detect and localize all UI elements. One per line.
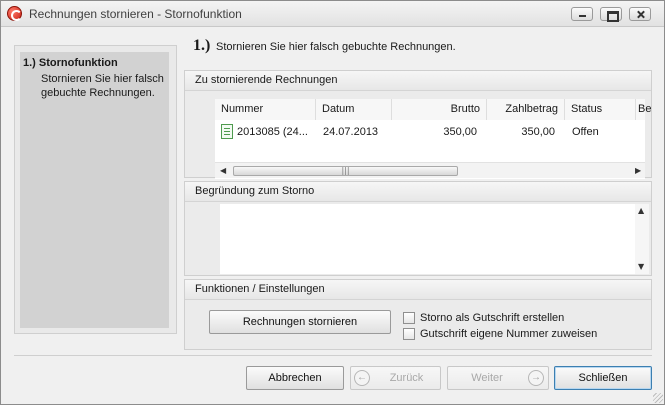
arrow-left-icon: ←	[354, 370, 370, 386]
reason-group-title: Begründung zum Storno	[185, 182, 651, 202]
functions-group-title: Funktionen / Einstellungen	[185, 280, 651, 300]
arrow-right-icon: →	[528, 370, 544, 386]
column-header-nummer[interactable]: Nummer	[215, 99, 316, 120]
cell-datum: 24.07.2013	[323, 126, 379, 138]
cell-zahlbetrag: 350,00	[521, 126, 555, 138]
zurueck-button[interactable]: ← Zurück	[350, 366, 441, 390]
cell-brutto: 350,00	[443, 126, 477, 138]
footer-divider	[14, 355, 652, 356]
abbrechen-button[interactable]: Abbrechen	[246, 366, 344, 390]
dialog-window: Rechnungen stornieren - Stornofunktion 1…	[0, 0, 665, 405]
step-number: 1.)	[193, 37, 211, 54]
sidebar-step-title: 1.) Stornofunktion	[23, 57, 118, 69]
credit-note-checkbox[interactable]	[403, 312, 415, 324]
column-header-datum[interactable]: Datum	[316, 99, 392, 120]
sidebar-step-description: Stornieren Sie hier falsch gebuchte Rech…	[41, 73, 164, 99]
column-header-status[interactable]: Status	[565, 99, 636, 120]
column-header-zahlbetrag[interactable]: Zahlbetrag	[487, 99, 565, 120]
column-header-brutto[interactable]: Brutto	[392, 99, 487, 120]
scroll-thumb[interactable]: |||	[233, 166, 458, 176]
own-number-checkbox-label: Gutschrift eigene Nummer zuweisen	[420, 328, 598, 340]
close-window-button[interactable]	[629, 7, 651, 21]
schliessen-button[interactable]: Schließen	[554, 366, 652, 390]
title-bar[interactable]: Rechnungen stornieren - Stornofunktion	[1, 1, 664, 27]
app-icon	[7, 6, 22, 21]
scroll-left-icon[interactable]: ◀	[220, 166, 226, 175]
window-title: Rechnungen stornieren - Stornofunktion	[29, 7, 242, 21]
reason-textarea[interactable]	[220, 204, 636, 274]
weiter-label: Weiter	[471, 372, 503, 384]
horizontal-scrollbar[interactable]: ◀ ||| ▶	[215, 162, 645, 178]
invoices-table[interactable]: Nummer Datum Brutto Zahlbetrag Status Be…	[215, 99, 651, 179]
maximize-button[interactable]	[600, 7, 622, 22]
credit-note-checkbox-label: Storno als Gutschrift erstellen	[420, 312, 565, 324]
cancel-invoices-button[interactable]: Rechnungen stornieren	[209, 310, 391, 334]
resize-grip[interactable]	[653, 393, 663, 403]
zurueck-label: Zurück	[389, 372, 424, 384]
cell-status: Offen	[572, 126, 599, 138]
reason-group: Begründung zum Storno ▲ ▼	[184, 181, 652, 276]
reason-vertical-scrollbar[interactable]: ▲ ▼	[635, 204, 649, 274]
table-header: Nummer Datum Brutto Zahlbetrag Status Be	[215, 99, 651, 120]
own-number-checkbox[interactable]	[403, 328, 415, 340]
cell-nummer: 2013085 (24...	[237, 126, 308, 138]
invoice-document-icon	[221, 124, 233, 139]
minimize-button[interactable]	[571, 7, 593, 21]
scroll-down-icon[interactable]: ▼	[638, 262, 644, 271]
column-header-be[interactable]: Be	[636, 99, 651, 120]
scroll-right-icon[interactable]: ▶	[635, 166, 641, 175]
scroll-up-icon[interactable]: ▲	[638, 206, 644, 215]
invoices-group: Zu stornierende Rechnungen Nummer Datum …	[184, 70, 652, 179]
weiter-button[interactable]: Weiter →	[447, 366, 549, 390]
invoices-group-title: Zu stornierende Rechnungen	[185, 71, 651, 91]
step-heading: Stornieren Sie hier falsch gebuchte Rech…	[216, 41, 456, 53]
